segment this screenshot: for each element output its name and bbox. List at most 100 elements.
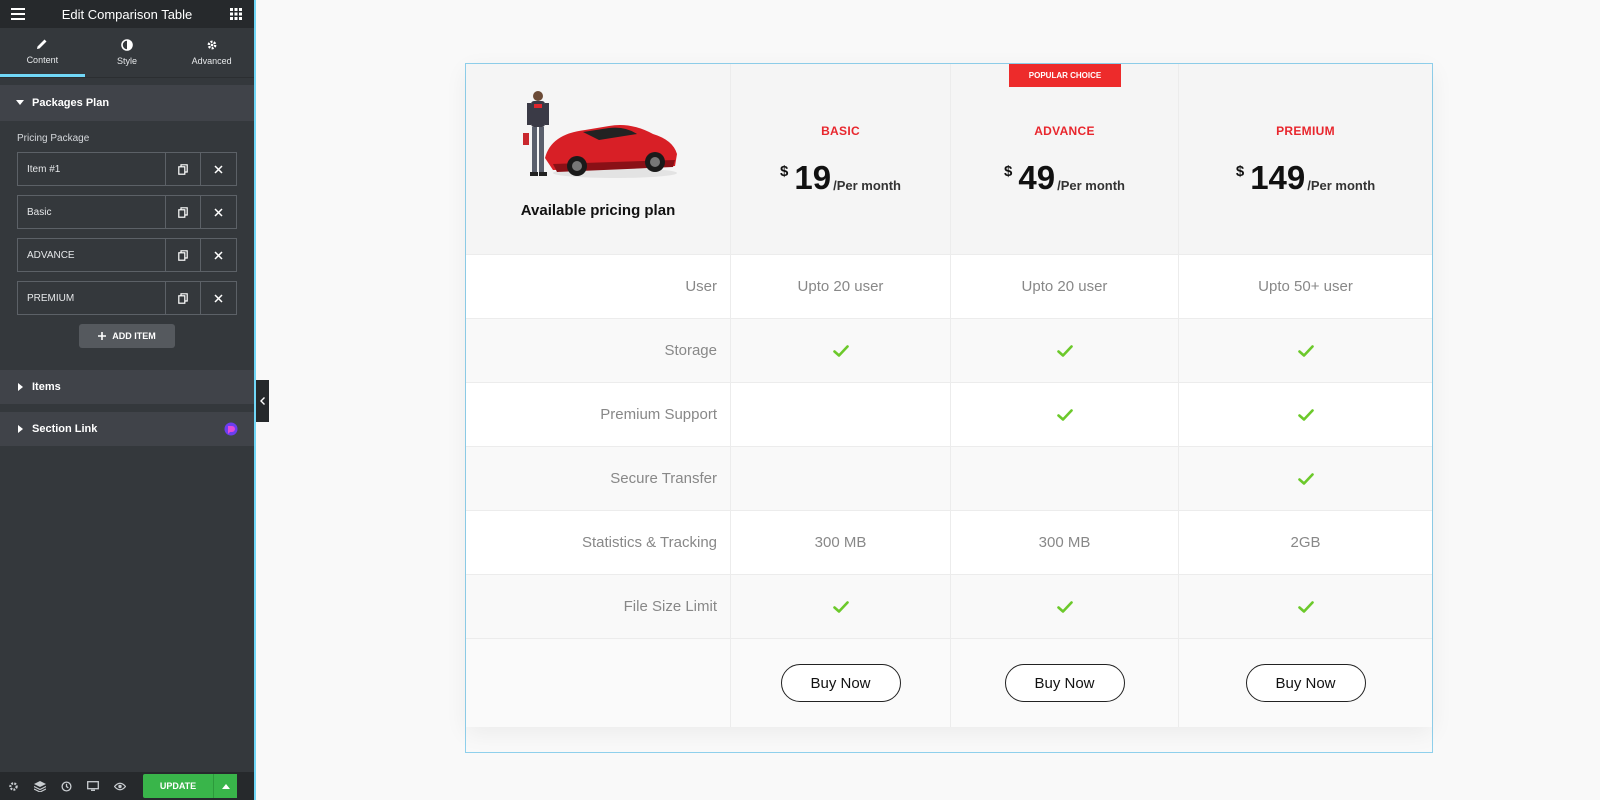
add-item-label: ADD ITEM: [112, 331, 156, 341]
plan-price: $ 19 /Per month: [780, 161, 901, 194]
repeater-item-title[interactable]: Item #1: [18, 153, 166, 185]
buy-cell: Buy Now: [1179, 639, 1432, 727]
feature-value-cell: [951, 447, 1179, 510]
check-icon: [832, 344, 849, 357]
remove-icon[interactable]: [201, 153, 236, 185]
plan-name: BASIC: [821, 124, 860, 138]
price-amount: 49: [1018, 159, 1056, 196]
table-row: User Upto 20 user Upto 20 user Upto 50+ use…: [466, 255, 1432, 319]
feature-label: User: [685, 278, 717, 295]
settings-gear-icon[interactable]: [8, 781, 19, 792]
plan-header-premium: PREMIUM $ 149 /Per month: [1179, 64, 1432, 254]
duplicate-icon[interactable]: [166, 239, 201, 271]
collapse-panel-handle[interactable]: [256, 380, 269, 422]
items-section-title: Items: [32, 381, 61, 393]
price-period: /Per month: [833, 178, 901, 193]
feature-label-cell: Storage: [466, 319, 731, 382]
popular-choice-badge: POPULAR CHOICE: [1009, 64, 1121, 87]
repeater-item-title[interactable]: ADVANCE: [18, 239, 166, 271]
editor-panel: Edit Comparison Table Content Style Adva…: [0, 0, 256, 800]
price-period: /Per month: [1307, 178, 1376, 193]
update-button[interactable]: UPDATE: [143, 774, 213, 798]
duplicate-icon[interactable]: [166, 196, 201, 228]
remove-icon[interactable]: [201, 196, 236, 228]
tab-style[interactable]: Style: [85, 28, 170, 77]
feature-value-cell: [1179, 447, 1432, 510]
price-currency: $: [1004, 163, 1013, 180]
feature-value-cell: 2GB: [1179, 511, 1432, 574]
feature-label: Storage: [664, 342, 717, 359]
pencil-icon: [37, 39, 47, 49]
repeater-item-title[interactable]: PREMIUM: [18, 282, 166, 314]
check-icon: [1056, 344, 1073, 357]
plan-price: $ 49 /Per month: [1004, 159, 1125, 196]
packages-plan-section-toggle[interactable]: Packages Plan: [0, 85, 254, 121]
duplicate-icon[interactable]: [166, 153, 201, 185]
caret-right-icon: [18, 425, 23, 433]
feature-value-cell: 300 MB: [731, 511, 951, 574]
tab-content[interactable]: Content: [0, 28, 85, 77]
feature-rows: User Upto 20 user Upto 20 user Upto 50+ use…: [466, 255, 1432, 639]
check-icon: [832, 600, 849, 613]
table-row: Secure Transfer: [466, 447, 1432, 511]
duplicate-icon[interactable]: [166, 282, 201, 314]
remove-icon[interactable]: [201, 282, 236, 314]
tab-advanced[interactable]: Advanced: [169, 28, 254, 77]
plan-name: PREMIUM: [1276, 124, 1335, 138]
buy-now-button-advance[interactable]: Buy Now: [1004, 664, 1125, 702]
feature-value: 300 MB: [814, 534, 867, 551]
comparison-table-widget[interactable]: Available pricing plan BASIC $ 19 /Per m…: [465, 63, 1433, 753]
plan-name: ADVANCE: [1034, 124, 1095, 138]
price-period: /Per month: [1057, 178, 1125, 193]
plan-header-basic: BASIC $ 19 /Per month: [731, 64, 951, 254]
chevron-left-icon: [260, 397, 265, 405]
empty-cell: [466, 639, 731, 727]
repeater-item: ADVANCE: [17, 238, 237, 272]
table-header-row: Available pricing plan BASIC $ 19 /Per m…: [466, 64, 1432, 255]
pricing-package-label: Pricing Package: [17, 133, 90, 144]
car-mechanic-image: [523, 90, 677, 178]
price-amount: 149: [1250, 159, 1306, 196]
preview-eye-icon[interactable]: [114, 782, 126, 791]
check-icon: [1297, 408, 1314, 421]
plan-price: $ 149 /Per month: [1235, 159, 1376, 196]
responsive-mode-icon[interactable]: [87, 781, 99, 791]
layers-icon[interactable]: [34, 780, 46, 792]
check-icon: [1297, 344, 1314, 357]
feature-label: File Size Limit: [623, 598, 717, 615]
remove-icon[interactable]: [201, 239, 236, 271]
panel-tabs: Content Style Advanced: [0, 28, 254, 78]
hamburger-menu-icon[interactable]: [10, 6, 26, 22]
price-currency: $: [1235, 163, 1245, 180]
repeater-item: PREMIUM: [17, 281, 237, 315]
plus-icon: [98, 332, 107, 340]
feature-value: 2GB: [1290, 534, 1321, 551]
feature-value-cell: Upto 20 user: [951, 255, 1179, 318]
feature-value-cell: [731, 383, 951, 446]
history-icon[interactable]: [61, 780, 72, 792]
feature-value-cell: [1179, 319, 1432, 382]
feature-value: Upto 50+ user: [1258, 278, 1353, 295]
items-section-toggle[interactable]: Items: [0, 370, 254, 404]
repeater-item-title[interactable]: Basic: [18, 196, 166, 228]
table-row: Premium Support: [466, 383, 1432, 447]
buy-now-button-basic[interactable]: Buy Now: [780, 664, 901, 702]
add-item-button[interactable]: ADD ITEM: [79, 324, 175, 348]
feature-value-cell: 300 MB: [951, 511, 1179, 574]
feature-value-cell: [1179, 383, 1432, 446]
packages-plan-body: Pricing Package Item #1 Basic ADVANCE PR…: [0, 121, 254, 362]
panel-title: Edit Comparison Table: [61, 6, 193, 22]
feature-value-cell: Upto 20 user: [731, 255, 951, 318]
save-options-caret-icon[interactable]: [213, 774, 237, 798]
section-link-toggle[interactable]: Section Link: [0, 412, 254, 446]
feature-label-cell: Secure Transfer: [466, 447, 731, 510]
caret-right-icon: [18, 383, 23, 391]
feature-value: Upto 20 user: [797, 278, 884, 295]
check-icon: [1297, 472, 1314, 485]
feature-value: 300 MB: [1038, 534, 1091, 551]
feature-value-cell: Upto 50+ user: [1179, 255, 1432, 318]
buy-now-button-premium[interactable]: Buy Now: [1245, 664, 1366, 702]
section-link-title: Section Link: [32, 423, 98, 435]
price-currency: $: [780, 163, 789, 180]
widgets-grid-icon[interactable]: [228, 6, 244, 22]
